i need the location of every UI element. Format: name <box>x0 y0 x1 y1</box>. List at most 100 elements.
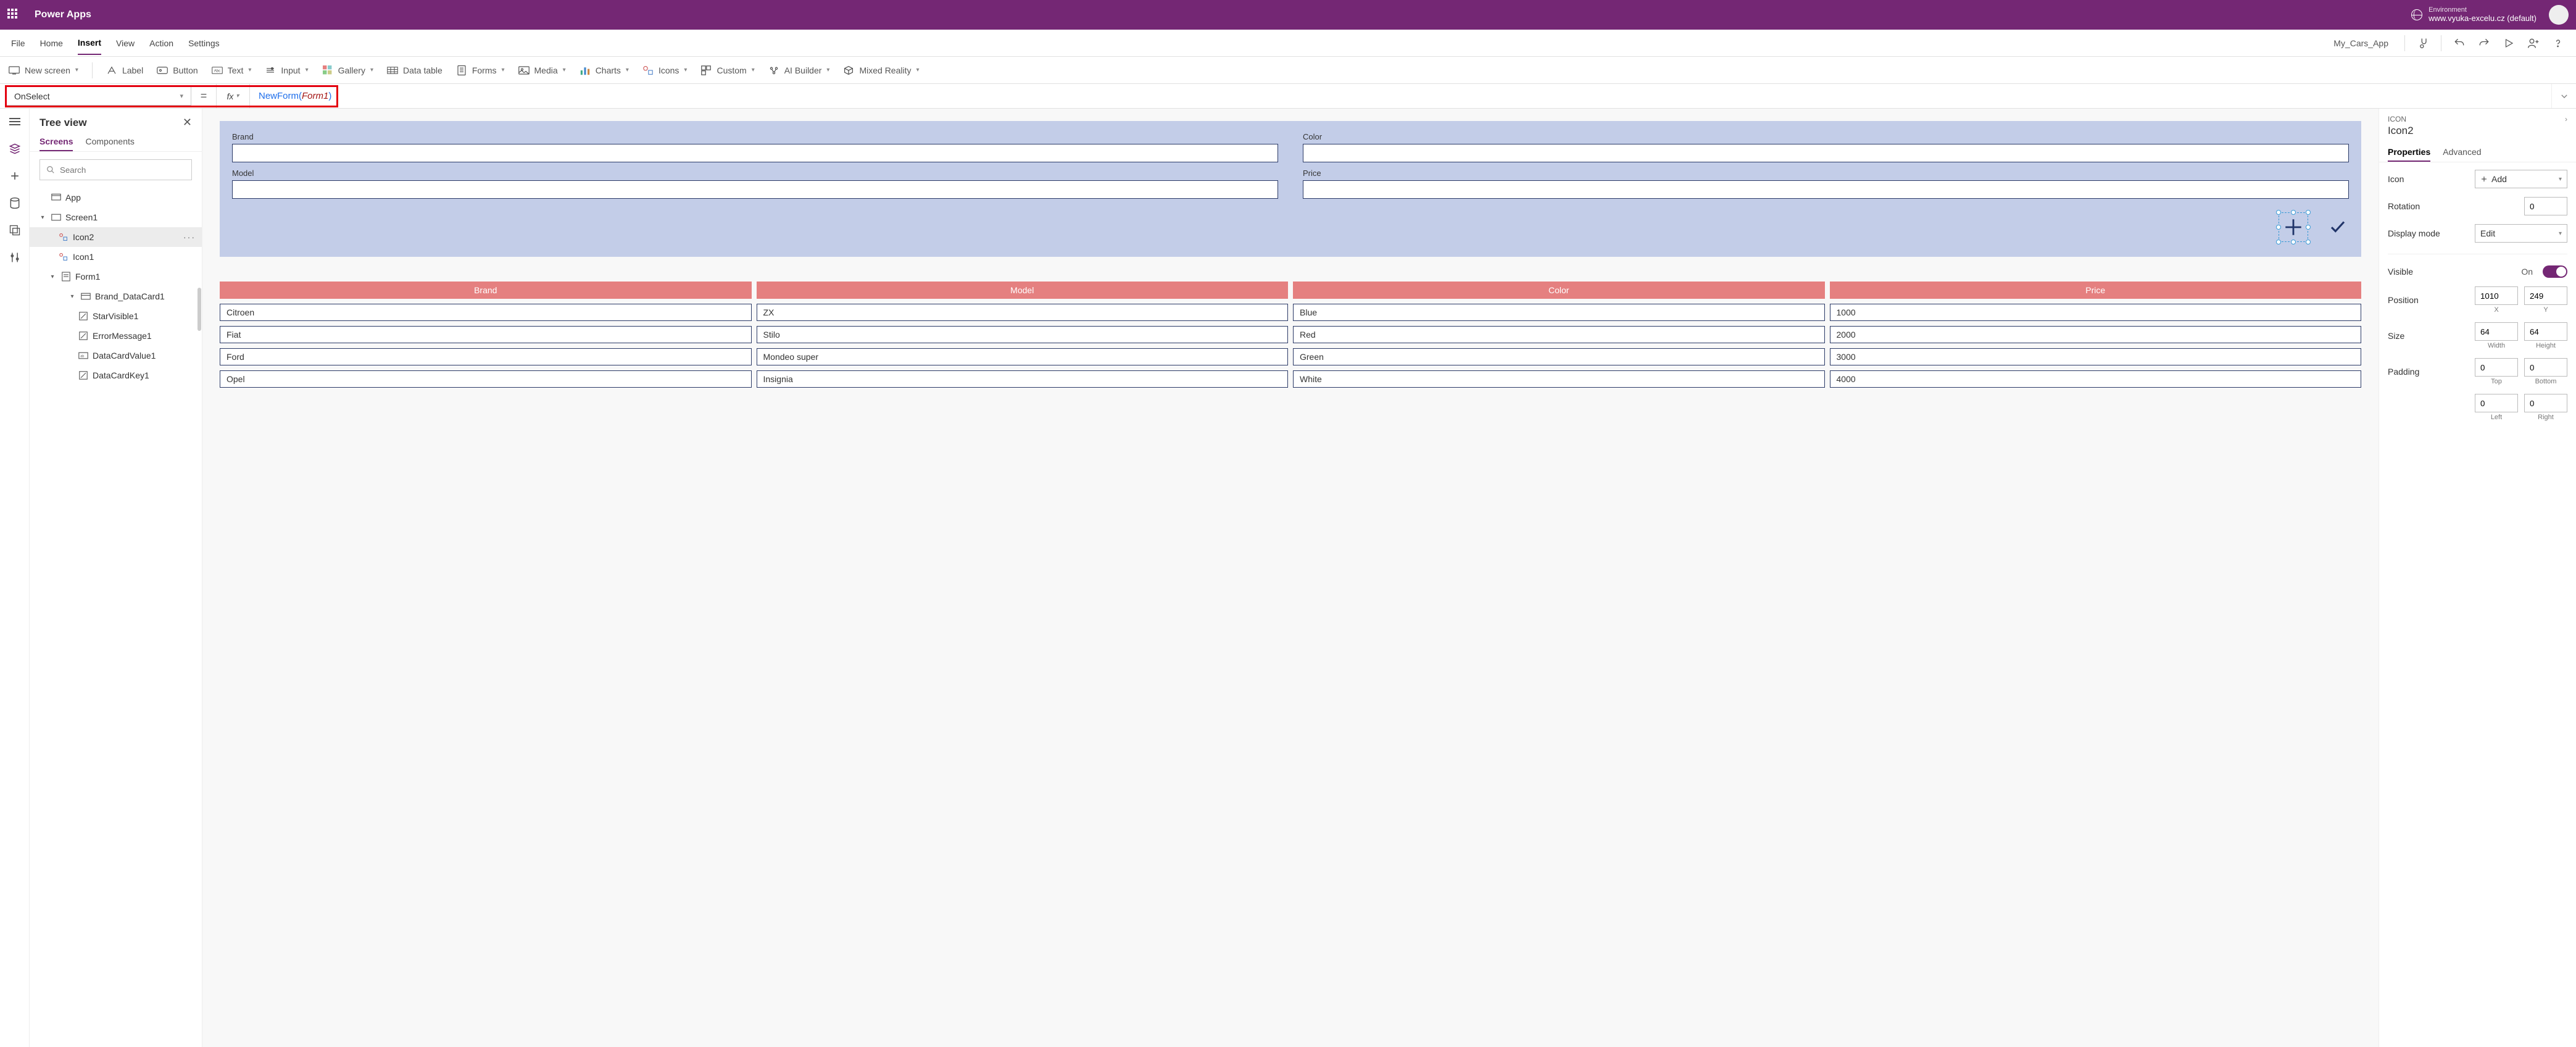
fx-button[interactable]: fx▾ <box>216 84 250 108</box>
prop-pad-left[interactable] <box>2475 394 2518 412</box>
close-icon[interactable]: ✕ <box>183 116 192 129</box>
prop-display-select[interactable]: Edit▾ <box>2475 224 2567 243</box>
advanced-tools-icon[interactable] <box>8 251 22 264</box>
table-cell[interactable]: Red <box>1293 326 1825 343</box>
media-dropdown[interactable]: Media▾ <box>518 65 566 76</box>
prop-pad-top[interactable] <box>2475 358 2518 377</box>
table-cell[interactable]: 2000 <box>1830 326 2362 343</box>
input-dropdown[interactable]: Input▾ <box>265 65 308 76</box>
share-icon[interactable] <box>2527 36 2540 50</box>
menu-action[interactable]: Action <box>149 32 173 54</box>
user-avatar[interactable] <box>2549 5 2569 25</box>
table-cell[interactable]: Opel <box>220 370 752 388</box>
ai-builder-dropdown[interactable]: AI Builder▾ <box>768 65 830 76</box>
table-cell[interactable]: 3000 <box>1830 348 2362 365</box>
app-checker-icon[interactable] <box>2416 36 2430 50</box>
environment-picker[interactable]: Environment www.vyuka-excelu.cz (default… <box>2411 7 2537 23</box>
tree-node-screen1[interactable]: ▾Screen1 <box>30 207 202 227</box>
prop-visible-toggle[interactable] <box>2543 265 2567 278</box>
tree-title: Tree view <box>39 117 87 129</box>
prop-pad-right[interactable] <box>2524 394 2567 412</box>
app-launcher-icon[interactable] <box>7 9 20 21</box>
data-table-button[interactable]: Data table <box>387 65 442 76</box>
icons-dropdown[interactable]: Icons▾ <box>642 65 688 76</box>
scrollbar-thumb[interactable] <box>197 288 201 331</box>
tab-components[interactable]: Components <box>85 133 134 151</box>
formula-expand-icon[interactable] <box>2551 84 2576 108</box>
property-selector[interactable]: OnSelect ▾ <box>6 86 191 106</box>
product-name: Power Apps <box>35 9 91 20</box>
prop-x-input[interactable] <box>2475 286 2518 305</box>
prop-pad-bottom[interactable] <box>2524 358 2567 377</box>
tree-node-form1[interactable]: ▾Form1 <box>30 267 202 286</box>
label-button[interactable]: Label <box>106 65 143 76</box>
mixed-reality-dropdown[interactable]: Mixed Reality▾ <box>843 65 919 76</box>
check-icon[interactable] <box>2327 217 2349 238</box>
menu-home[interactable]: Home <box>40 32 63 54</box>
menu-settings[interactable]: Settings <box>188 32 220 54</box>
new-screen-button[interactable]: New screen▾ <box>9 65 78 76</box>
tree-node-dcv[interactable]: abDataCardValue1 <box>30 346 202 365</box>
more-icon[interactable]: ··· <box>183 232 196 242</box>
tab-screens[interactable]: Screens <box>39 133 73 151</box>
tree-node-icon2[interactable]: Icon2··· <box>30 227 202 247</box>
table-cell[interactable]: Blue <box>1293 304 1825 321</box>
label-price: Price <box>1303 169 2349 178</box>
tree-node-starvisible[interactable]: StarVisible1 <box>30 306 202 326</box>
button-button[interactable]: Button <box>157 65 197 76</box>
input-color[interactable] <box>1303 144 2349 162</box>
custom-dropdown[interactable]: Custom▾ <box>700 65 754 76</box>
tree-node-dck[interactable]: DataCardKey1 <box>30 365 202 385</box>
menu-view[interactable]: View <box>116 32 135 54</box>
props-control-name: Icon2 <box>2379 123 2576 143</box>
table-cell[interactable]: Fiat <box>220 326 752 343</box>
hamburger-icon[interactable] <box>8 115 22 128</box>
text-dropdown[interactable]: AbcText▾ <box>212 65 252 76</box>
table-cell[interactable]: Citroen <box>220 304 752 321</box>
input-price[interactable] <box>1303 180 2349 199</box>
chevron-right-icon[interactable]: › <box>2565 115 2567 123</box>
tree-node-brand-datacard[interactable]: ▾Brand_DataCard1 <box>30 286 202 306</box>
formula-input[interactable]: NewForm(Form1) <box>250 84 2551 108</box>
table-cell[interactable]: 4000 <box>1830 370 2362 388</box>
table-cell[interactable]: Ford <box>220 348 752 365</box>
media-pane-icon[interactable] <box>8 223 22 237</box>
undo-icon[interactable] <box>2453 36 2466 50</box>
tab-advanced[interactable]: Advanced <box>2443 143 2481 162</box>
menu-insert[interactable]: Insert <box>78 31 101 55</box>
tree-search[interactable] <box>39 159 192 180</box>
input-brand[interactable] <box>232 144 1278 162</box>
search-input[interactable] <box>60 165 185 175</box>
forms-dropdown[interactable]: Forms▾ <box>456 65 505 76</box>
data-pane-icon[interactable] <box>8 196 22 210</box>
play-icon[interactable] <box>2502 36 2516 50</box>
redo-icon[interactable] <box>2477 36 2491 50</box>
prop-height-input[interactable] <box>2524 322 2567 341</box>
canvas[interactable]: Brand Color Model Price Brand Model Colo… <box>202 109 2379 1047</box>
table-cell[interactable]: ZX <box>757 304 1289 321</box>
tree-node-icon1[interactable]: Icon1 <box>30 247 202 267</box>
add-icon-selected[interactable] <box>2279 212 2308 242</box>
tree-view-icon[interactable] <box>8 142 22 156</box>
menu-file[interactable]: File <box>11 32 25 54</box>
tree-node-errormsg[interactable]: ErrorMessage1 <box>30 326 202 346</box>
prop-width-input[interactable] <box>2475 322 2518 341</box>
tree-node-app[interactable]: App <box>30 188 202 207</box>
table-cell[interactable]: White <box>1293 370 1825 388</box>
input-model[interactable] <box>232 180 1278 199</box>
help-icon[interactable] <box>2551 36 2565 50</box>
prop-y-input[interactable] <box>2524 286 2567 305</box>
table-cell[interactable]: Stilo <box>757 326 1289 343</box>
charts-dropdown[interactable]: Charts▾ <box>580 65 629 76</box>
table-cell[interactable]: Green <box>1293 348 1825 365</box>
tab-properties[interactable]: Properties <box>2388 143 2430 162</box>
table-cell[interactable]: Insignia <box>757 370 1289 388</box>
table-cell[interactable]: Mondeo super <box>757 348 1289 365</box>
gallery-dropdown[interactable]: Gallery▾ <box>322 65 373 76</box>
app-name[interactable]: My_Cars_App <box>2333 38 2388 48</box>
prop-rotation-input[interactable] <box>2524 197 2567 215</box>
table-cell[interactable]: 1000 <box>1830 304 2362 321</box>
environment-label: Environment <box>2429 7 2537 14</box>
prop-icon-select[interactable]: Add▾ <box>2475 170 2567 188</box>
insert-pane-icon[interactable] <box>8 169 22 183</box>
